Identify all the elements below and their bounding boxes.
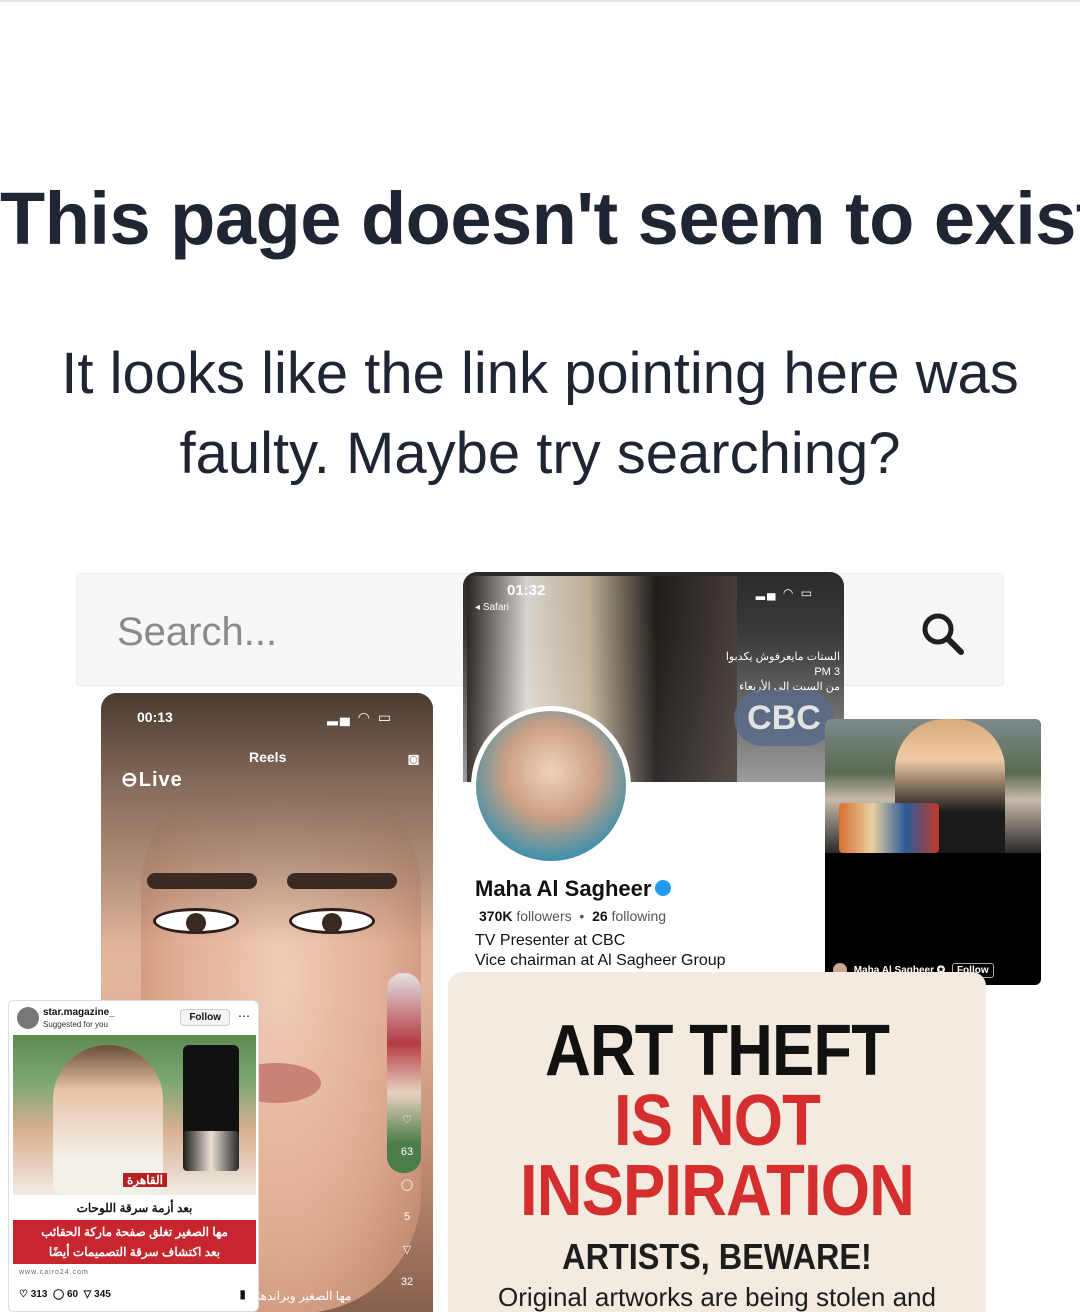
eye xyxy=(153,908,239,934)
bag-image xyxy=(839,803,939,853)
tv-screenshot: Maha Al Sagheer ✪ Follow xyxy=(825,719,1041,985)
profile-screenshot: 01:32 ◂ Safari ▂▄ ◠ ▭ الستات مايعرفوش يك… xyxy=(463,572,844,977)
bag-image xyxy=(183,1131,239,1171)
poster-subheading: ARTISTS, BEWARE! xyxy=(562,1236,872,1277)
error-message: It looks like the link pointing here was… xyxy=(61,341,1019,486)
headline-line: بعد اكتشاف سرقة التصميمات أيضًا xyxy=(48,1245,221,1259)
poster-line: INSPIRATION xyxy=(520,1151,915,1231)
following-count: 26 xyxy=(592,908,608,924)
bio-line: Vice chairman at Al Sagheer Group xyxy=(475,952,726,969)
search-input[interactable] xyxy=(117,602,517,662)
like-count: 63 xyxy=(400,1146,414,1158)
send-icon: ▽ xyxy=(402,1244,412,1256)
profile-name: Maha Al Sagheer xyxy=(475,876,672,902)
more-icon: ⋯ xyxy=(395,1308,419,1312)
reel-caption: مها الصغير وبراندها xyxy=(257,1289,352,1303)
comment-count: 5 xyxy=(403,1211,411,1223)
bio-line: TV Presenter at CBC xyxy=(475,932,626,949)
top-divider xyxy=(0,0,1080,2)
signal-icon: ▂▄ ◠ ▭ xyxy=(327,709,393,725)
live-text: Live xyxy=(138,769,183,791)
eyebrow xyxy=(147,873,257,889)
followers-label: followers xyxy=(516,908,572,924)
channel-logo: CBC xyxy=(734,690,834,746)
search-icon[interactable] xyxy=(919,610,967,658)
send-icon: ▽ xyxy=(83,1289,92,1300)
account-name: star.magazine_ xyxy=(43,1007,115,1018)
browser-label: Safari xyxy=(482,602,509,613)
comment-icon: ◯ xyxy=(400,1179,414,1191)
promo-text: الستات مايعرفوش يكدبوا 3 PM من السبت إلى… xyxy=(720,650,840,695)
art-theft-poster: ART THEFT IS NOT INSPIRATION ARTISTS, BE… xyxy=(448,972,986,1312)
status-icons: ▂▄ ◠ ▭ xyxy=(755,586,814,600)
heart-icon: ♡ xyxy=(19,1289,28,1300)
back-to-safari: ◂ Safari xyxy=(475,602,509,613)
tv-image xyxy=(825,719,1041,853)
star-magazine-post: star.magazine_ Suggested for you Follow … xyxy=(8,1000,259,1312)
suggested-label: Suggested for you xyxy=(43,1020,108,1029)
verified-icon xyxy=(655,880,672,897)
eye xyxy=(289,908,375,934)
post-image: القاهرة xyxy=(13,1035,256,1195)
follow-button: Follow xyxy=(180,1009,230,1026)
share-count: 32 xyxy=(400,1276,414,1288)
heart-icon: ♡ xyxy=(402,1114,412,1126)
avatar xyxy=(17,1007,39,1029)
poster-body: Original artworks are being stolen and xyxy=(498,1282,936,1312)
share-count: 345 xyxy=(94,1289,111,1300)
comment-icon: ◯ xyxy=(53,1289,65,1300)
post-stats: ♡ 313 ◯ 60 ▽ 345 xyxy=(19,1289,111,1300)
bookmark-icon: ▮ xyxy=(239,1287,246,1301)
headline-main: مها الصغير تغلق صفحة ماركة الحقائب بعد ا… xyxy=(13,1220,256,1264)
site-url: www.cairo24.com xyxy=(19,1269,89,1276)
comment-count: 60 xyxy=(66,1289,79,1300)
hair-image xyxy=(101,693,433,943)
news-logo: القاهرة xyxy=(123,1173,167,1187)
reels-label: Reels xyxy=(249,749,287,765)
more-icon: ⋯ xyxy=(238,1009,250,1023)
avatar xyxy=(471,706,631,866)
live-label: ⊖Live xyxy=(121,769,183,791)
follow-stats: 370K followers • 26 following xyxy=(479,908,667,924)
camera-icon: ◙ xyxy=(408,749,419,769)
reel-actions: ♡ 63 ◯ 5 ▽ 32 ⋯ xyxy=(395,1113,419,1312)
headline-line: مها الصغير تغلق صفحة ماركة الحقائب xyxy=(41,1225,228,1239)
like-count: 313 xyxy=(30,1289,48,1300)
page-title: This page doesn't seem to exist. xyxy=(0,177,1080,260)
following-label: following xyxy=(611,908,667,924)
promo-time: 3 PM xyxy=(814,666,840,678)
headline-top: بعد أزمة سرقة اللوحات xyxy=(13,1197,256,1219)
eyebrow xyxy=(287,873,397,889)
profile-time: 01:32 xyxy=(507,582,546,599)
reel-time: 00:13 xyxy=(137,709,173,725)
followers-count: 370K xyxy=(479,908,513,924)
promo-title: الستات مايعرفوش يكدبوا xyxy=(725,651,840,663)
profile-name-text: Maha Al Sagheer xyxy=(475,876,652,901)
